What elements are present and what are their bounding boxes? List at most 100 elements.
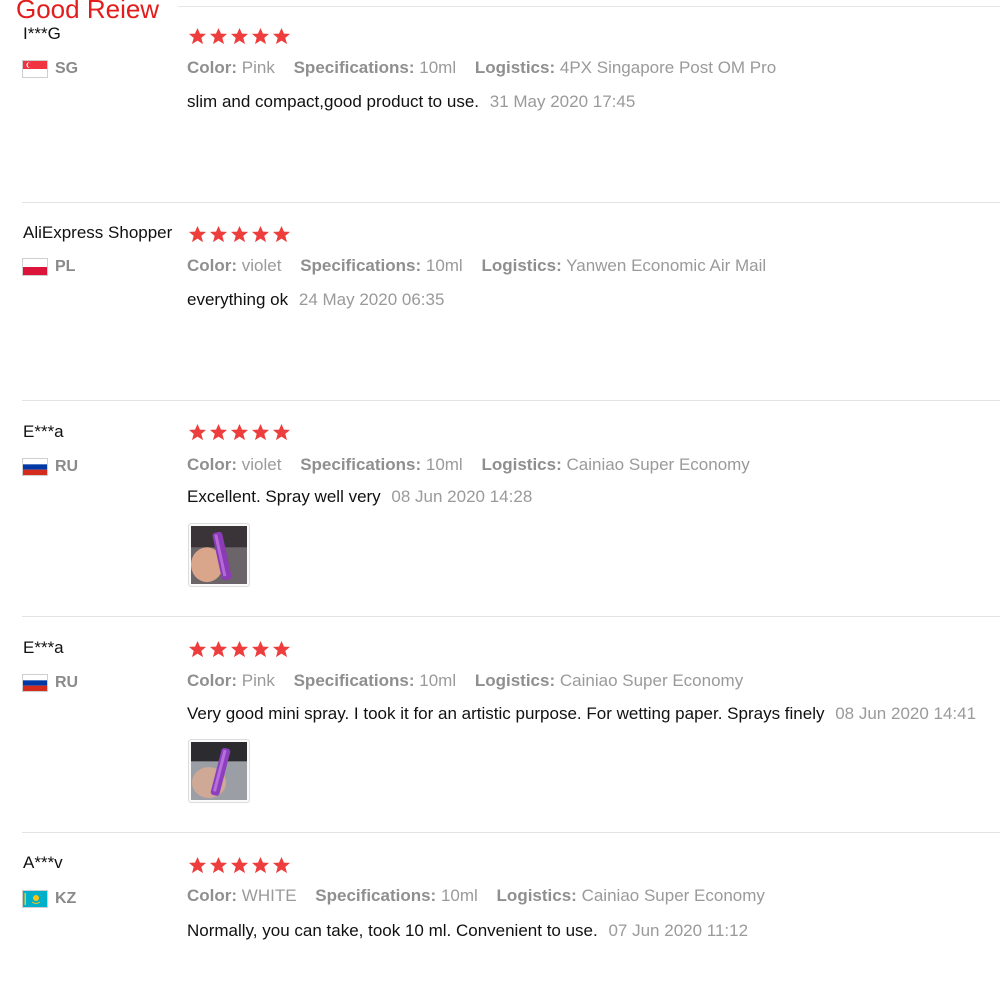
flag-sg-icon (23, 61, 47, 77)
review-item: E***a RU Color: violet Specifications: 1… (0, 400, 1000, 616)
color-value: WHITE (241, 886, 297, 905)
star-icon (251, 27, 270, 45)
star-icon (251, 225, 270, 243)
star-icon (188, 27, 207, 45)
review-comment: Very good mini spray. I took it for an a… (187, 704, 976, 724)
comment-text: Very good mini spray. I took it for an a… (187, 704, 825, 723)
reviewer-name: A***v (23, 853, 63, 872)
reviewer-name: E***a (23, 422, 64, 441)
specifications-label: Specifications: (300, 455, 422, 474)
star-rating (188, 27, 291, 46)
specifications-value: 10ml (425, 256, 463, 275)
color-label: Color: (187, 671, 238, 690)
star-rating (188, 225, 291, 244)
specifications-label: Specifications: (315, 886, 437, 905)
review-item: E***a RU Color: Pink Specifications: 10m… (0, 616, 1000, 832)
country-code: SG (55, 60, 79, 77)
star-rating (188, 640, 291, 659)
star-icon (272, 856, 291, 874)
review-photo (191, 526, 247, 584)
review-attributes: Color: Pink Specifications: 10ml Logisti… (187, 671, 743, 691)
review-comment: everything ok 24 May 2020 06:35 (187, 290, 444, 310)
star-icon (251, 640, 270, 658)
star-icon (251, 856, 270, 874)
star-icon (188, 640, 207, 658)
logistics-value: 4PX Singapore Post OM Pro (559, 58, 777, 77)
flag-ru-icon (23, 459, 47, 475)
review-attributes: Color: violet Specifications: 10ml Logis… (187, 455, 750, 475)
logistics-label: Logistics: (481, 455, 562, 474)
star-icon (209, 640, 228, 658)
comment-text: slim and compact,good product to use. (187, 92, 479, 111)
review-date: 08 Jun 2020 14:41 (835, 704, 977, 723)
reviewer-name: I***G (23, 24, 61, 43)
specifications-value: 10ml (440, 886, 478, 905)
comment-text: Normally, you can take, took 10 ml. Conv… (187, 921, 598, 940)
comment-text: everything ok (187, 290, 289, 309)
review-divider (22, 400, 1000, 401)
color-value: Pink (241, 58, 275, 77)
star-icon (230, 27, 249, 45)
star-rating (188, 423, 291, 442)
reviewer-country: KZ (23, 890, 76, 908)
logistics-value: Yanwen Economic Air Mail (566, 256, 767, 275)
country-code: RU (55, 458, 79, 475)
logistics-value: Cainiao Super Economy (559, 671, 744, 690)
star-icon (209, 856, 228, 874)
star-icon (209, 27, 228, 45)
review-item: I***G SG Color: Pink Specifications: 10m… (0, 0, 1000, 200)
reviewer-country: SG (23, 60, 78, 78)
star-icon (272, 423, 291, 441)
star-icon (209, 225, 228, 243)
color-value: violet (241, 256, 282, 275)
specifications-label: Specifications: (300, 256, 422, 275)
reviewer-name: E***a (23, 638, 64, 657)
review-item: A***v KZ Color: WHITE Specifications: 10… (0, 832, 1000, 1000)
specifications-value: 10ml (425, 455, 463, 474)
country-code: RU (55, 674, 79, 691)
review-date: 07 Jun 2020 11:12 (608, 921, 749, 940)
review-attributes: Color: WHITE Specifications: 10ml Logist… (187, 886, 765, 906)
star-icon (230, 856, 249, 874)
flag-pl-icon (23, 259, 47, 275)
color-label: Color: (187, 256, 238, 275)
review-divider (22, 202, 1000, 203)
star-rating (188, 856, 291, 875)
reviews-page: Good Reiew I***G SG Color: Pink Specific… (0, 0, 1000, 1000)
specifications-value: 10ml (419, 58, 457, 77)
star-icon (188, 423, 207, 441)
color-label: Color: (187, 58, 238, 77)
flag-kz-icon (23, 891, 47, 907)
review-date: 24 May 2020 06:35 (298, 290, 445, 309)
star-icon (251, 423, 270, 441)
review-photo (191, 742, 247, 800)
star-icon (230, 640, 249, 658)
color-label: Color: (187, 455, 238, 474)
specifications-value: 10ml (419, 671, 457, 690)
review-divider (22, 616, 1000, 617)
star-icon (272, 640, 291, 658)
review-photo-thumbnail[interactable] (188, 739, 250, 803)
review-comment: Normally, you can take, took 10 ml. Conv… (187, 921, 748, 941)
review-item: AliExpress Shopper PL Color: violet Spec… (0, 202, 1000, 400)
flag-ru-icon (23, 675, 47, 691)
country-code: PL (55, 258, 76, 275)
logistics-value: Cainiao Super Economy (566, 455, 750, 474)
reviewer-name: AliExpress Shopper (23, 223, 173, 242)
country-code: KZ (55, 890, 77, 907)
review-attributes: Color: violet Specifications: 10ml Logis… (187, 256, 766, 276)
star-icon (188, 225, 207, 243)
review-comment: slim and compact,good product to use. 31… (187, 92, 635, 112)
review-divider (22, 832, 1000, 833)
review-attributes: Color: Pink Specifications: 10ml Logisti… (187, 58, 776, 78)
star-icon (272, 27, 291, 45)
comment-text: Excellent. Spray well very (187, 487, 381, 506)
color-value: violet (241, 455, 282, 474)
star-icon (209, 423, 228, 441)
logistics-label: Logistics: (474, 58, 556, 77)
logistics-label: Logistics: (474, 671, 556, 690)
logistics-value: Cainiao Super Economy (581, 886, 765, 905)
review-comment: Excellent. Spray well very 08 Jun 2020 1… (187, 487, 532, 507)
review-photo-thumbnail[interactable] (188, 523, 250, 587)
review-date: 31 May 2020 17:45 (489, 92, 636, 111)
